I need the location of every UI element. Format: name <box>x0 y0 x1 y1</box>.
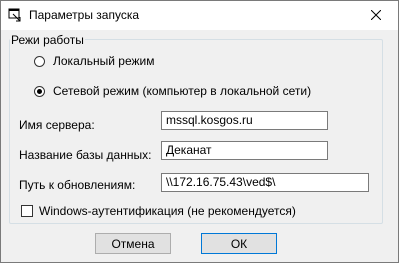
update-path-input[interactable]: \\172.16.75.43\ved$\ <box>161 173 369 192</box>
update-path-label: Путь к обновлениям: <box>19 178 136 192</box>
radio-network-indicator[interactable] <box>34 85 45 97</box>
ok-button[interactable]: ОК <box>201 233 277 254</box>
windows-auth-checkbox[interactable]: Windows-аутентификация (не рекомендуется… <box>21 204 296 218</box>
close-button[interactable] <box>353 1 398 30</box>
database-input[interactable]: Деканат <box>161 141 328 160</box>
server-input[interactable]: mssql.kosgos.ru <box>161 111 328 130</box>
radio-local-label: Локальный режим <box>53 54 155 68</box>
dialog-window: Параметры запуска Режи работы Локальный … <box>0 0 399 263</box>
app-window-icon <box>8 8 22 22</box>
radio-local-indicator[interactable] <box>34 55 45 67</box>
mode-group-legend: Режи работы <box>10 33 85 47</box>
windows-auth-box[interactable] <box>21 205 33 217</box>
radio-network-label: Сетевой режим (компьютер в локальной сет… <box>53 84 312 98</box>
cancel-button[interactable]: Отмена <box>95 233 171 254</box>
windows-auth-label: Windows-аутентификация (не рекомендуется… <box>39 204 296 218</box>
radio-network-mode[interactable]: Сетевой режим (компьютер в локальной сет… <box>34 84 311 98</box>
close-icon <box>370 9 381 23</box>
radio-local-mode[interactable]: Локальный режим <box>34 54 154 68</box>
database-label: Название базы данных: <box>19 148 152 162</box>
server-label: Имя сервера: <box>19 118 95 132</box>
window-title: Параметры запуска <box>29 8 140 22</box>
title-bar[interactable]: Параметры запуска <box>1 1 398 30</box>
